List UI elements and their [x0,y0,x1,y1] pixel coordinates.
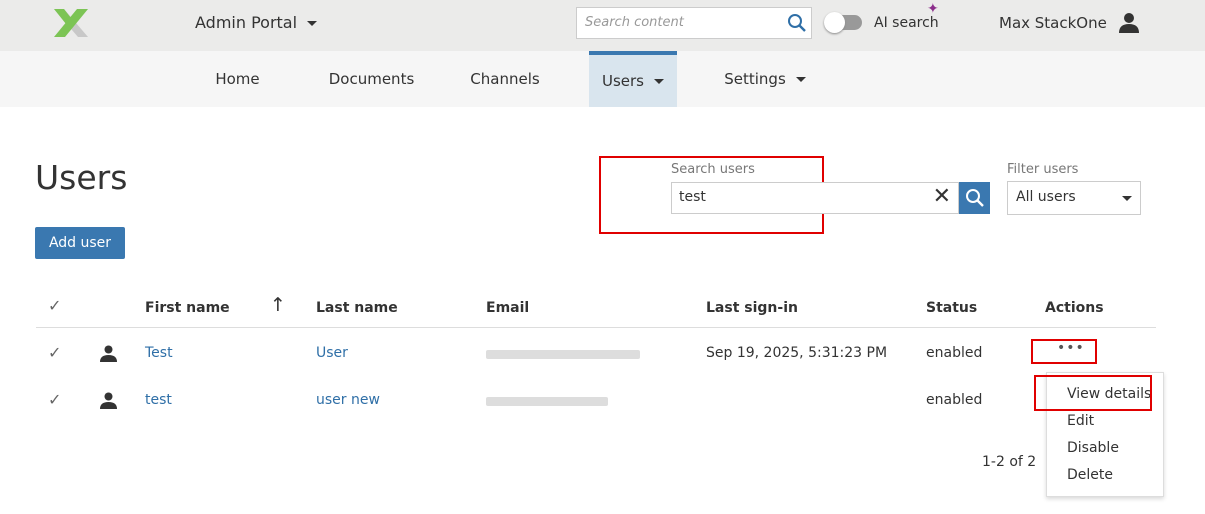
user-icon [100,345,117,362]
pagination-info: 1-2 of 2 [982,454,1037,470]
search-users-label: Search users [671,162,755,177]
row-check-icon[interactable]: ✓ [48,390,61,409]
filter-users-select[interactable]: All users [1007,181,1141,215]
sort-ascending-icon[interactable]: ↑ [270,294,286,316]
search-icon[interactable] [787,13,807,33]
admin-portal-label: Admin Portal [195,13,298,32]
ai-search-toggle[interactable] [824,12,862,33]
menu-item-delete[interactable]: Delete [1067,467,1113,483]
ai-search-label: AI search [874,15,939,31]
nav-settings[interactable]: Settings [715,51,815,107]
chevron-down-icon [1122,196,1132,201]
header-divider [36,327,1156,328]
search-users-button[interactable] [959,182,990,214]
user-name[interactable]: Max StackOne [999,14,1107,32]
menu-item-edit[interactable]: Edit [1067,413,1094,429]
chevron-down-icon [654,78,664,84]
nav-users[interactable]: Users [589,51,677,107]
chevron-down-icon [795,76,806,82]
status-text: enabled [926,345,983,361]
column-status[interactable]: Status [926,300,977,316]
highlight-box [1034,375,1152,411]
email-redacted [486,397,608,406]
column-actions: Actions [1045,300,1104,316]
menu-item-disable[interactable]: Disable [1067,440,1119,456]
column-email[interactable]: Email [486,300,529,316]
select-all-check-icon[interactable]: ✓ [48,296,61,315]
user-icon [100,392,117,409]
filter-users-label: Filter users [1007,162,1079,177]
search-users-value: test [679,189,706,205]
logo-icon[interactable] [54,9,88,37]
more-actions-icon[interactable]: ••• [1057,340,1085,356]
last-name-link[interactable]: user new [316,392,380,408]
column-first-name[interactable]: First name [145,300,230,316]
nav-home[interactable]: Home [200,51,275,107]
first-name-link[interactable]: test [145,392,172,408]
filter-users-value: All users [1016,189,1076,205]
admin-portal-menu[interactable]: Admin Portal [195,13,318,32]
column-last-sign-in[interactable]: Last sign-in [706,300,798,316]
column-last-name[interactable]: Last name [316,300,398,316]
search-users-input[interactable]: test ✕ [671,182,959,214]
search-icon [966,189,984,207]
add-user-button[interactable]: Add user [35,227,125,259]
content-search-input[interactable]: Search content [576,7,812,39]
clear-icon[interactable]: ✕ [933,184,951,209]
page-title: Users [35,158,128,197]
user-account-icon[interactable] [1118,12,1140,34]
last-sign-in: Sep 19, 2025, 5:31:23 PM [706,345,888,361]
chevron-down-icon [307,21,318,26]
row-check-icon[interactable]: ✓ [48,343,61,362]
sparkle-icon: ✦ [927,1,939,17]
nav-documents[interactable]: Documents [320,51,423,107]
status-text: enabled [926,392,983,408]
email-redacted [486,350,640,359]
first-name-link[interactable]: Test [145,345,173,361]
search-placeholder: Search content [585,15,684,30]
nav-channels[interactable]: Channels [460,51,550,107]
last-name-link[interactable]: User [316,345,348,361]
